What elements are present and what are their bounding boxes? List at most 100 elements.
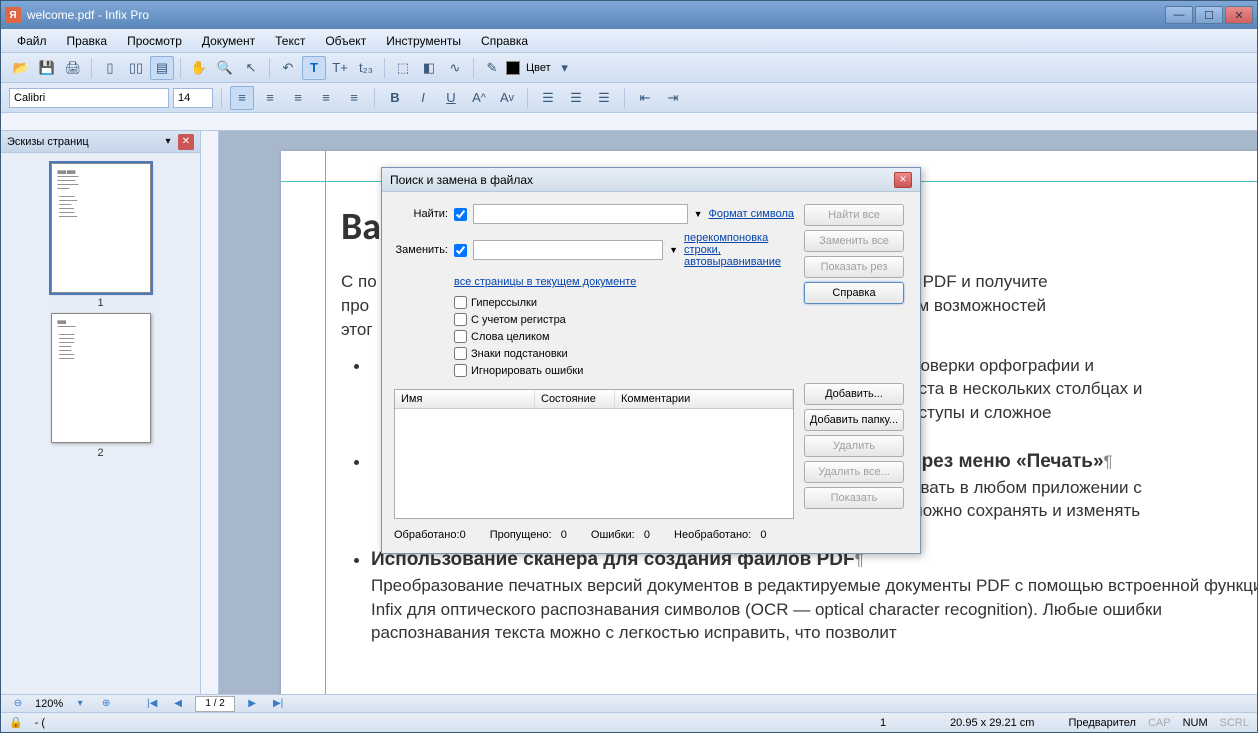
menu-object[interactable]: Объект: [317, 32, 374, 50]
spacing-button[interactable]: t₂₃: [354, 56, 378, 80]
select-tool-button[interactable]: ↖: [239, 56, 263, 80]
text-tool-button[interactable]: T: [302, 56, 326, 80]
reflow-link[interactable]: перекомпоновка строки, автовыравнивание: [684, 232, 794, 268]
replace-all-button[interactable]: Заменить все: [804, 230, 904, 252]
object-tool-button[interactable]: ◧: [417, 56, 441, 80]
menu-file[interactable]: Файл: [9, 32, 55, 50]
last-page-button[interactable]: ▶|: [269, 696, 287, 712]
thumbnail-page-2[interactable]: ████▬▬▬▬▬▬• ▬▬▬▬▬ ▬▬▬▬▬• ▬▬▬▬▬ ▬▬▬▬• ▬▬▬…: [51, 313, 151, 443]
col-comments[interactable]: Комментарии: [615, 390, 793, 408]
text-plus-button[interactable]: T+: [328, 56, 352, 80]
pages-scope-link[interactable]: все страницы в текущем документе: [454, 276, 636, 288]
path-tool-button[interactable]: ∿: [443, 56, 467, 80]
prev-page-button[interactable]: ◀: [169, 696, 187, 712]
sidebar-close-button[interactable]: ✕: [178, 134, 194, 150]
status-page: 1: [880, 717, 886, 729]
save-button[interactable]: 💾: [35, 56, 59, 80]
file-list[interactable]: Имя Состояние Комментарии: [394, 389, 794, 519]
menu-edit[interactable]: Правка: [59, 32, 116, 50]
wildcards-checkbox[interactable]: [454, 347, 467, 360]
line-spacing-2-button[interactable]: ☰: [564, 86, 588, 110]
undo-button[interactable]: ↶: [276, 56, 300, 80]
font-select[interactable]: [9, 88, 169, 108]
color-dropdown[interactable]: ▾: [553, 56, 577, 80]
underline-button[interactable]: U: [439, 86, 463, 110]
menu-document[interactable]: Документ: [194, 32, 263, 50]
zoom-tool-button[interactable]: 🔍: [213, 56, 237, 80]
subscript-button[interactable]: Av: [495, 86, 519, 110]
status-left: - (: [35, 717, 45, 729]
zoom-in-button[interactable]: ⊕: [97, 696, 115, 712]
show-button[interactable]: Показать: [804, 487, 904, 509]
match-case-checkbox[interactable]: [454, 313, 467, 326]
next-page-button[interactable]: ▶: [243, 696, 261, 712]
print-button[interactable]: 🖨: [61, 56, 85, 80]
zoom-dropdown[interactable]: ▾: [71, 696, 89, 712]
dialog-titlebar[interactable]: Поиск и замена в файлах ✕: [382, 168, 920, 192]
menu-view[interactable]: Просмотр: [119, 32, 190, 50]
dialog-close-button[interactable]: ✕: [894, 172, 912, 188]
menu-tools[interactable]: Инструменты: [378, 32, 469, 50]
horizontal-ruler[interactable]: [1, 113, 1257, 131]
help-button[interactable]: Справка: [804, 282, 904, 304]
align-justify-all-button[interactable]: ≡: [342, 86, 366, 110]
status-dimensions: 20.95 x 29.21 cm: [950, 717, 1034, 729]
maximize-button[interactable]: ☐: [1195, 6, 1223, 24]
add-button[interactable]: Добавить...: [804, 383, 904, 405]
align-right-button[interactable]: ≡: [286, 86, 310, 110]
color-swatch[interactable]: [506, 61, 520, 75]
delete-all-button[interactable]: Удалить все...: [804, 461, 904, 483]
menu-help[interactable]: Справка: [473, 32, 536, 50]
hyperlinks-checkbox[interactable]: [454, 296, 467, 309]
status-num: NUM: [1183, 717, 1208, 729]
zoom-out-button[interactable]: ⊖: [9, 696, 27, 712]
col-name[interactable]: Имя: [395, 390, 535, 408]
thumbnail-page-1[interactable]: ████ ████▬▬▬▬▬▬▬▬▬▬▬▬▬▬▬▬▬▬▬▬▬▬▬▬• ▬▬▬▬▬…: [51, 163, 151, 293]
page-single-button[interactable]: ▯: [98, 56, 122, 80]
char-format-link[interactable]: Формат символа: [709, 208, 794, 220]
first-page-button[interactable]: |◀: [143, 696, 161, 712]
replace-enabled-checkbox[interactable]: [454, 244, 467, 257]
find-input[interactable]: [473, 204, 688, 224]
indent-left-button[interactable]: ⇤: [633, 86, 657, 110]
line-spacing-3-button[interactable]: ☰: [592, 86, 616, 110]
ignore-errors-checkbox[interactable]: [454, 364, 467, 377]
italic-button[interactable]: I: [411, 86, 435, 110]
page-continuous-button[interactable]: ▤: [150, 56, 174, 80]
open-button[interactable]: 📂: [9, 56, 33, 80]
find-all-button[interactable]: Найти все: [804, 204, 904, 226]
show-results-button[interactable]: Показать рез: [804, 256, 904, 278]
hand-tool-button[interactable]: ✋: [187, 56, 211, 80]
find-label: Найти:: [394, 208, 448, 220]
crop-button[interactable]: ⬚: [391, 56, 415, 80]
indent-right-button[interactable]: ⇥: [661, 86, 685, 110]
thumbnails-sidebar: Эскизы страниц ▾ ✕ ████ ████▬▬▬▬▬▬▬▬▬▬▬▬…: [1, 131, 201, 696]
thumbnails-list: ████ ████▬▬▬▬▬▬▬▬▬▬▬▬▬▬▬▬▬▬▬▬▬▬▬▬• ▬▬▬▬▬…: [1, 153, 200, 696]
sidebar-header: Эскизы страниц ▾ ✕: [1, 131, 200, 153]
toolbar-main: 📂 💾 🖨 ▯ ▯▯ ▤ ✋ 🔍 ↖ ↶ T T+ t₂₃ ⬚ ◧ ∿ ✎ Цв…: [1, 53, 1257, 83]
find-enabled-checkbox[interactable]: [454, 208, 467, 221]
superscript-button[interactable]: A^: [467, 86, 491, 110]
page-facing-button[interactable]: ▯▯: [124, 56, 148, 80]
align-center-button[interactable]: ≡: [258, 86, 282, 110]
col-state[interactable]: Состояние: [535, 390, 615, 408]
sidebar-dropdown-button[interactable]: ▾: [160, 134, 176, 150]
vertical-ruler[interactable]: [201, 131, 219, 696]
page-number-input[interactable]: [195, 696, 235, 712]
eyedropper-button[interactable]: ✎: [480, 56, 504, 80]
add-folder-button[interactable]: Добавить папку...: [804, 409, 904, 431]
font-size-select[interactable]: [173, 88, 213, 108]
status-cap: CAP: [1148, 717, 1171, 729]
close-button[interactable]: ✕: [1225, 6, 1253, 24]
color-label: Цвет: [526, 62, 551, 74]
line-spacing-1-button[interactable]: ☰: [536, 86, 560, 110]
navigation-bar: ⊖ 120% ▾ ⊕ |◀ ◀ ▶ ▶|: [1, 694, 1257, 712]
minimize-button[interactable]: —: [1165, 6, 1193, 24]
align-left-button[interactable]: ≡: [230, 86, 254, 110]
whole-words-checkbox[interactable]: [454, 330, 467, 343]
replace-input[interactable]: [473, 240, 663, 260]
menu-text[interactable]: Текст: [267, 32, 313, 50]
align-justify-button[interactable]: ≡: [314, 86, 338, 110]
bold-button[interactable]: B: [383, 86, 407, 110]
delete-button[interactable]: Удалить: [804, 435, 904, 457]
